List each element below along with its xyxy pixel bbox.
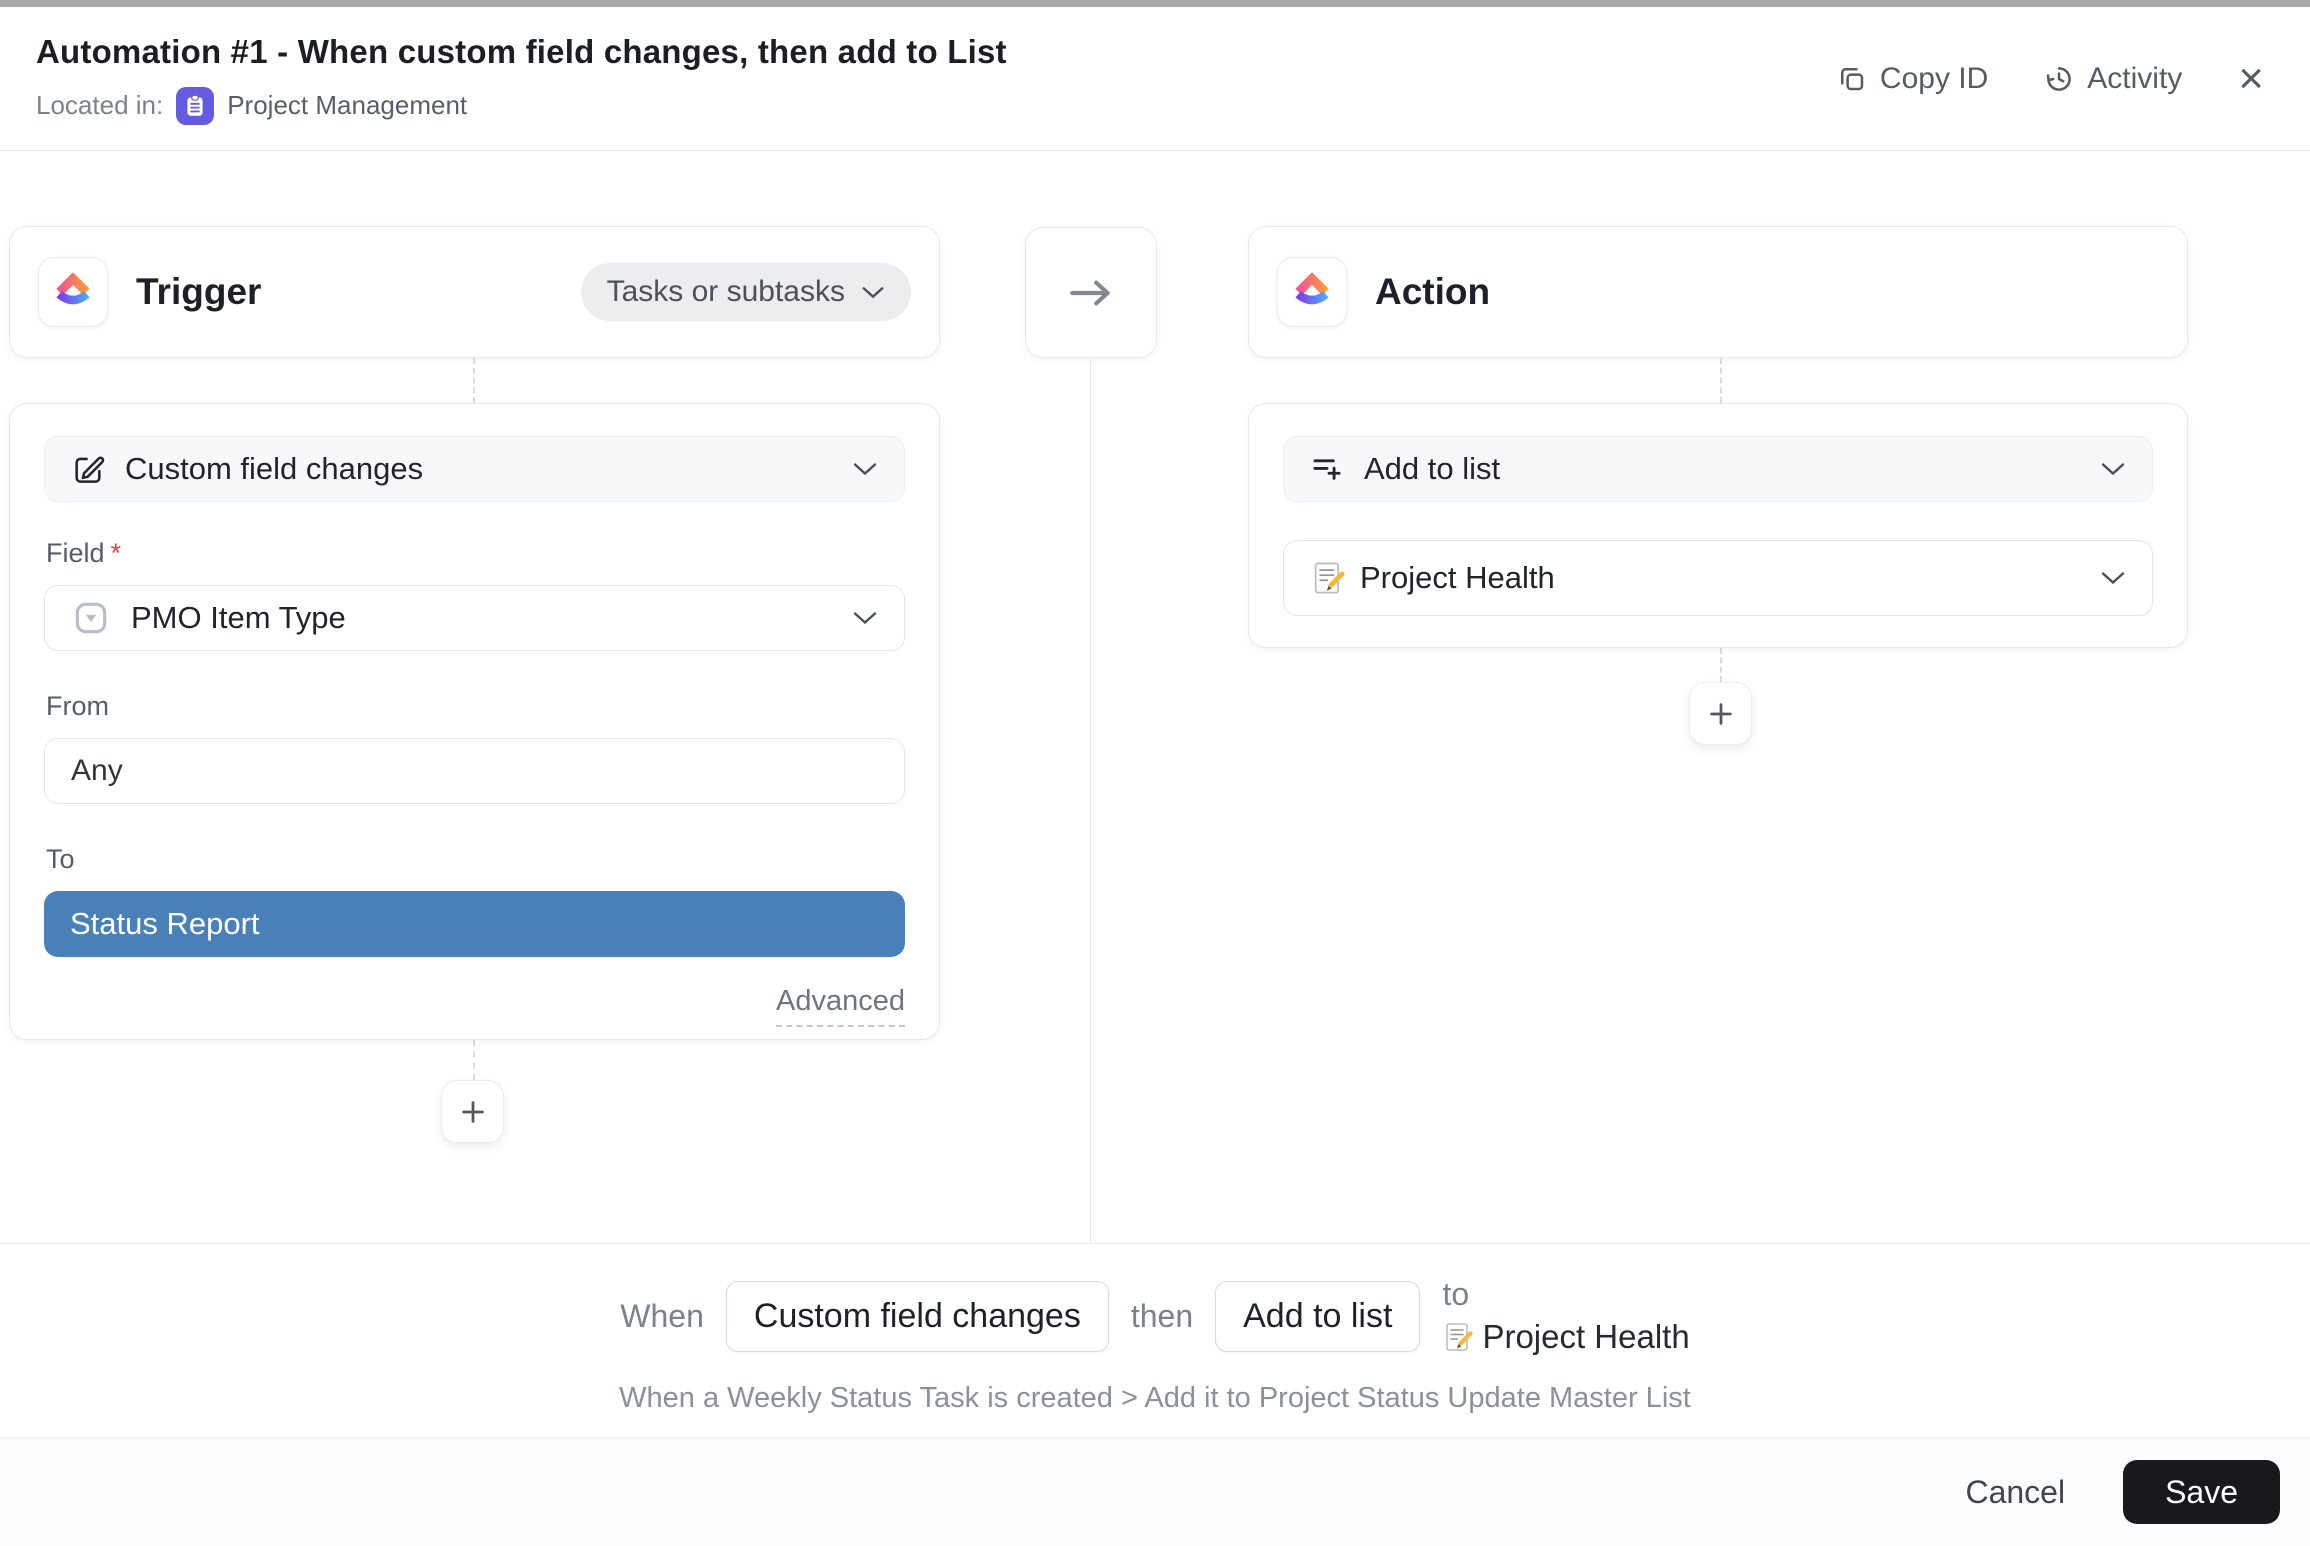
scope-selector-value: Tasks or subtasks — [607, 275, 845, 309]
trigger-heading: Trigger — [136, 271, 261, 313]
to-value-selected[interactable]: Status Report — [44, 891, 905, 957]
automation-description: When a Weekly Status Task is created > A… — [0, 1382, 2310, 1415]
flow-arrow-box — [1025, 227, 1157, 358]
to-value-text: Status Report — [70, 906, 260, 942]
trigger-connector-bottom — [473, 1040, 475, 1080]
add-action-button[interactable] — [1689, 682, 1752, 745]
activity-label: Activity — [2087, 62, 2182, 96]
summary-target: to Project Health — [1442, 1274, 1689, 1358]
activity-history-icon — [2044, 64, 2074, 94]
located-in-label: Located in: — [36, 90, 163, 121]
chevron-down-icon — [852, 610, 878, 626]
plus-icon — [1706, 699, 1736, 729]
field-value: PMO Item Type — [131, 600, 346, 636]
clickup-logo-icon — [38, 257, 108, 327]
chevron-down-icon — [2100, 461, 2126, 477]
target-list-select[interactable]: Project Health — [1283, 540, 2153, 616]
trigger-connector-top — [473, 358, 475, 403]
summary-action-chip[interactable]: Add to list — [1215, 1281, 1420, 1352]
automation-title: Automation #1 - When custom field change… — [36, 33, 1007, 71]
add-trigger-condition-button[interactable] — [441, 1080, 504, 1143]
summary-trigger-chip[interactable]: Custom field changes — [726, 1281, 1109, 1352]
scope-selector[interactable]: Tasks or subtasks — [581, 263, 911, 321]
required-asterisk: * — [111, 538, 122, 568]
chevron-down-icon — [852, 461, 878, 477]
chevron-down-icon — [861, 285, 885, 300]
close-icon[interactable]: × — [2238, 57, 2264, 101]
window-top-edge — [0, 0, 2310, 7]
copy-id-label: Copy ID — [1880, 62, 1988, 96]
column-divider — [1090, 358, 1091, 1243]
action-connector-bottom — [1720, 648, 1722, 682]
memo-icon — [1442, 1321, 1474, 1353]
then-label: then — [1131, 1298, 1193, 1335]
clickup-logo-icon — [1277, 257, 1347, 327]
trigger-event-value: Custom field changes — [125, 451, 423, 487]
to-label: to — [1442, 1274, 1689, 1316]
plus-icon — [458, 1097, 488, 1127]
copy-icon — [1837, 64, 1867, 94]
action-type-value: Add to list — [1364, 451, 1500, 487]
from-value: Any — [71, 754, 123, 788]
field-select[interactable]: PMO Item Type — [44, 585, 905, 651]
memo-icon — [1310, 560, 1346, 596]
arrow-right-icon — [1064, 272, 1118, 314]
advanced-link[interactable]: Advanced — [776, 985, 905, 1027]
trigger-event-select[interactable]: Custom field changes — [44, 436, 905, 502]
action-connector-top — [1720, 358, 1722, 403]
from-input[interactable]: Any — [44, 738, 905, 804]
target-list-value: Project Health — [1360, 560, 1555, 596]
location-name[interactable]: Project Management — [227, 90, 467, 121]
copy-id-button[interactable]: Copy ID — [1837, 62, 1988, 96]
when-label: When — [620, 1298, 704, 1335]
chevron-down-icon — [2100, 570, 2126, 586]
save-button[interactable]: Save — [2123, 1460, 2280, 1524]
to-label: To — [46, 844, 905, 875]
modal-footer: Cancel Save — [0, 1437, 2310, 1546]
trigger-config-card: Custom field changes Field* PMO Item Typ… — [9, 403, 940, 1040]
action-heading: Action — [1375, 271, 1490, 313]
edit-pencil-icon — [71, 452, 105, 486]
modal-header: Automation #1 - When custom field change… — [0, 7, 2310, 151]
action-type-select[interactable]: Add to list — [1283, 436, 2153, 502]
automation-summary-bar: When Custom field changes then Add to li… — [0, 1243, 2310, 1437]
add-to-list-icon — [1310, 452, 1344, 486]
cancel-button[interactable]: Cancel — [1965, 1474, 2065, 1511]
action-header-card: Action — [1248, 226, 2188, 358]
activity-button[interactable]: Activity — [2044, 62, 2182, 96]
action-config-card: Add to list Project Health — [1248, 403, 2188, 648]
dropdown-field-type-icon — [71, 598, 111, 638]
list-location-icon — [176, 87, 214, 125]
trigger-header-card: Trigger Tasks or subtasks — [9, 226, 940, 358]
from-label: From — [46, 691, 905, 722]
summary-target-name: Project Health — [1482, 1316, 1689, 1359]
field-label: Field* — [46, 538, 905, 569]
